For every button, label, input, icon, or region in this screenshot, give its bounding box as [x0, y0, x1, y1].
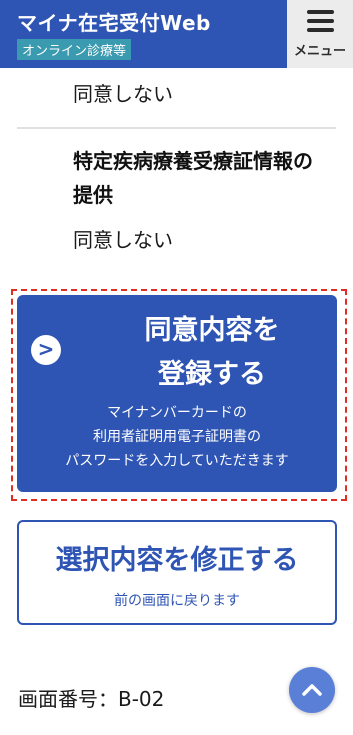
menu-button[interactable]: メニュー: [287, 0, 353, 68]
screen-number: 画面番号：B-02: [18, 687, 165, 711]
scroll-top-button[interactable]: [289, 667, 335, 713]
consent-value: 同意しない: [73, 228, 173, 252]
edit-button-label: 選択内容を修正する: [55, 545, 299, 576]
consent-value: 同意しない: [73, 82, 173, 106]
register-consent-button[interactable]: > 同意内容を 登録する マイナンバーカードの 利用者証明用電子証明書の パスワ…: [17, 295, 337, 492]
hamburger-icon: [307, 10, 334, 32]
menu-label: メニュー: [293, 44, 346, 59]
register-button-label: 同意内容を 登録する: [144, 315, 280, 390]
subtitle-badge: オンライン診療等: [17, 39, 132, 60]
app-title: マイナ在宅受付Web: [17, 11, 211, 35]
app-header: マイナ在宅受付Web オンライン診療等 メニュー: [0, 0, 353, 68]
chevron-up-icon: [302, 684, 322, 696]
divider: [17, 127, 336, 129]
consent-item-title: 特定疾病療養受療証情報の提供: [73, 149, 313, 207]
edit-button-description: 前の画面に戻ります: [114, 593, 240, 609]
register-button-description: マイナンバーカードの 利用者証明用電子証明書の パスワードを入力していただきます: [65, 405, 289, 469]
chevron-right-icon: >: [31, 335, 61, 365]
edit-selection-button[interactable]: 選択内容を修正する 前の画面に戻ります: [17, 520, 337, 625]
